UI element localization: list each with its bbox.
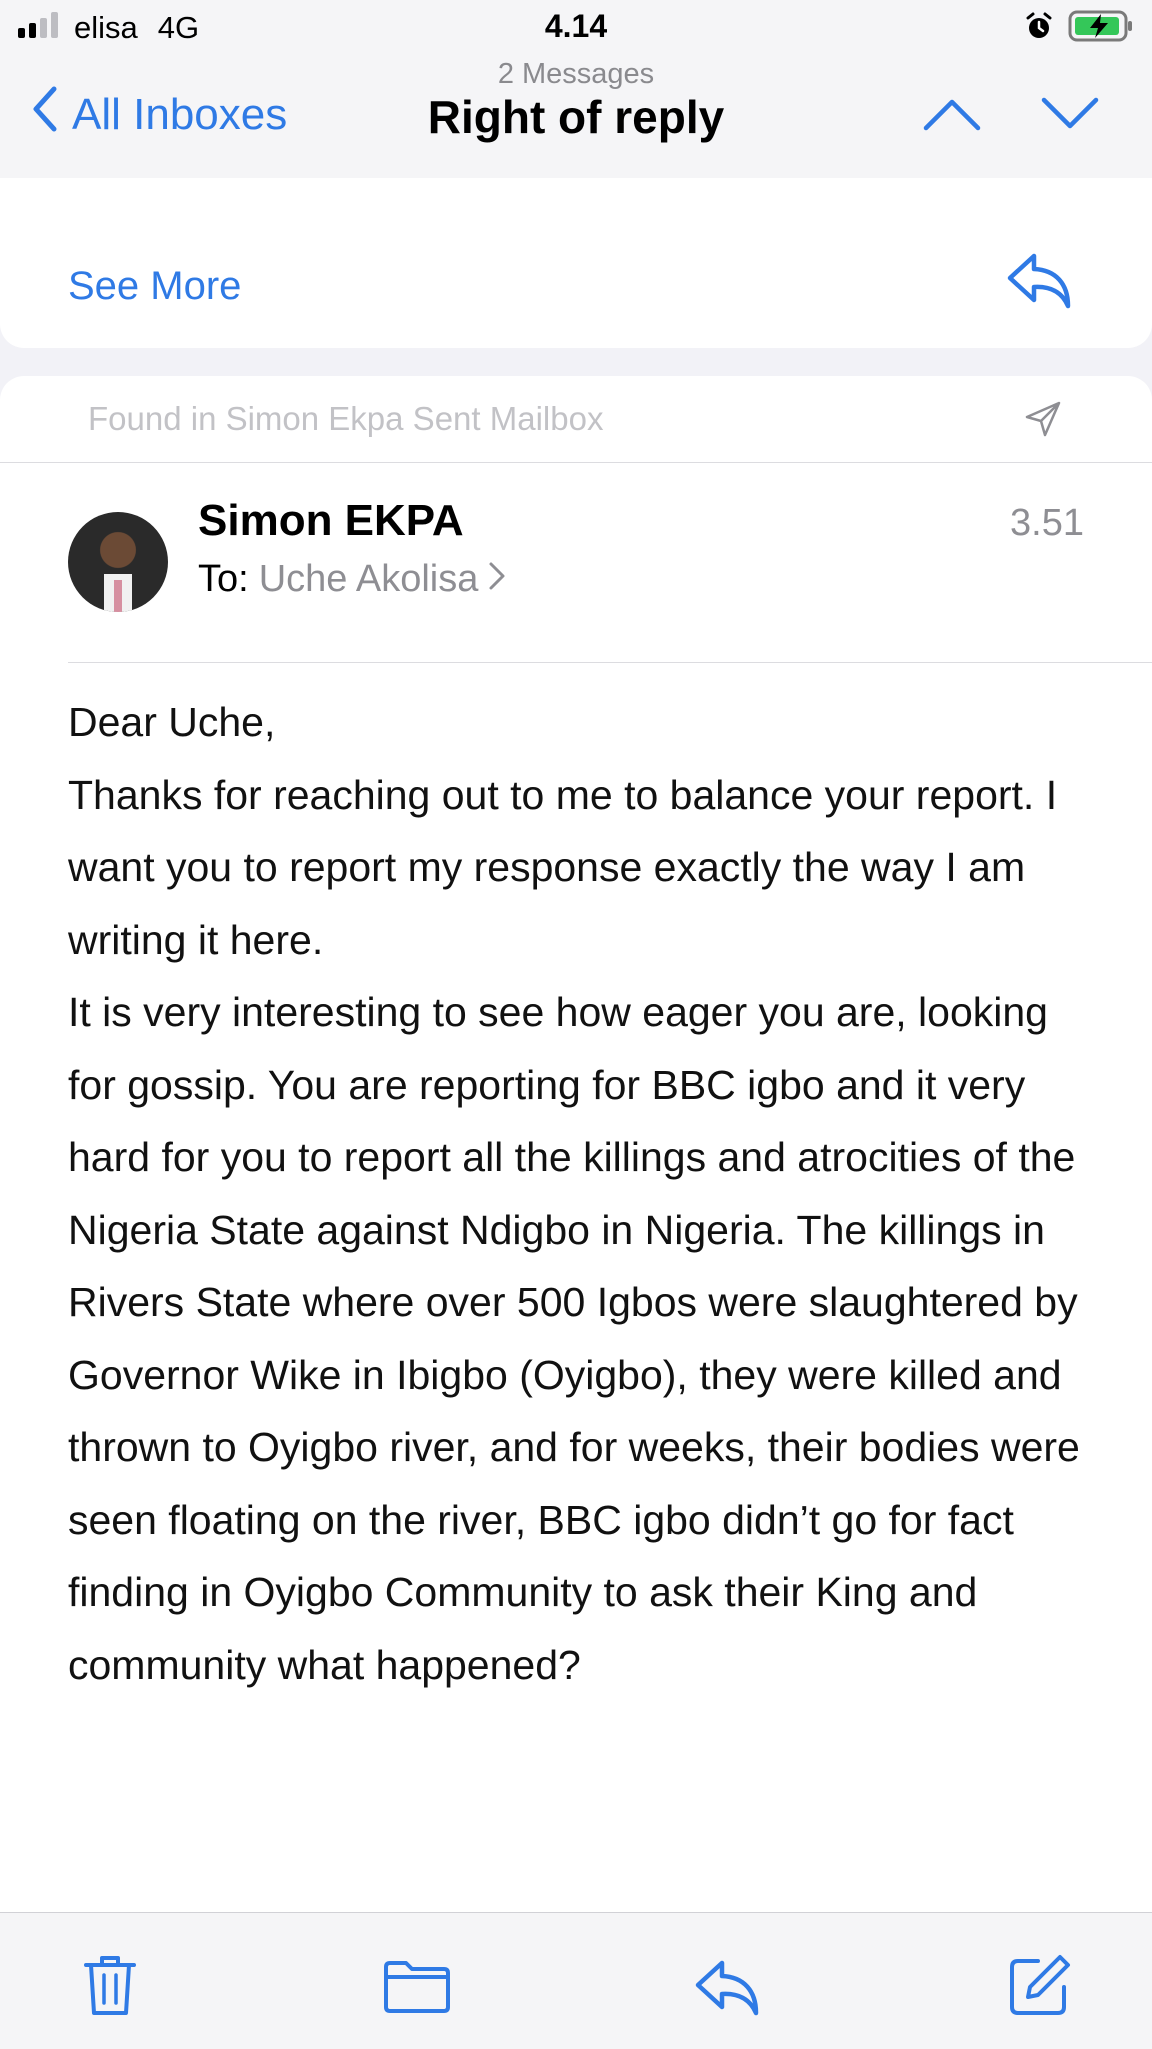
message-count: 2 Messages	[497, 58, 655, 90]
message-time: 3.51	[1010, 502, 1084, 544]
mailbox-info: Found in Simon Ekpa Sent Mailbox	[0, 376, 1152, 463]
avatar-tie	[114, 580, 122, 612]
collapsed-message-card: See More	[0, 178, 1152, 348]
to-label: To:	[198, 558, 249, 600]
bottom-toolbar	[0, 1912, 1152, 2049]
chevron-down-icon[interactable]	[1040, 96, 1100, 137]
battery-charging-icon	[1068, 10, 1134, 47]
folder-icon[interactable]	[382, 1959, 452, 2018]
avatar[interactable]	[68, 512, 168, 612]
message-navigation	[922, 96, 1100, 137]
status-bar: elisa 4G 4.14	[0, 0, 1152, 60]
recipient-name: Uche Akolisa	[258, 558, 479, 600]
message-header: Simon EKPA To: Uche Akolisa 3.51	[0, 462, 1152, 662]
reply-icon[interactable]	[1006, 250, 1072, 315]
body-paragraph: Dear Uche,	[68, 699, 276, 745]
body-paragraph: It is very interesting to see how eager …	[68, 989, 1080, 1688]
found-in-label: Found in Simon Ekpa Sent Mailbox	[88, 400, 604, 437]
recipient-line[interactable]: To: Uche Akolisa	[198, 558, 506, 601]
trash-icon[interactable]	[82, 1953, 138, 2022]
nav-bar: All Inboxes 2 Messages Right of reply	[0, 56, 1152, 179]
sender-name[interactable]: Simon EKPA	[198, 496, 464, 546]
paper-plane-icon	[1024, 400, 1062, 443]
alarm-icon	[1024, 11, 1054, 46]
status-time: 4.14	[544, 8, 608, 44]
body-paragraph: Thanks for reaching out to me to balance…	[68, 771, 1058, 963]
status-bar-right	[1024, 10, 1134, 47]
chevron-up-icon[interactable]	[922, 96, 982, 137]
reply-icon[interactable]	[694, 1957, 760, 2022]
message-card: Found in Simon Ekpa Sent Mailbox Simon E…	[0, 376, 1152, 1916]
compose-icon[interactable]	[1008, 1953, 1072, 2022]
see-more-link[interactable]: See More	[68, 264, 241, 309]
message-body: Dear Uche, Thanks for reaching out to me…	[68, 686, 1098, 1701]
header-divider	[68, 662, 1152, 663]
chevron-right-icon	[488, 558, 506, 601]
